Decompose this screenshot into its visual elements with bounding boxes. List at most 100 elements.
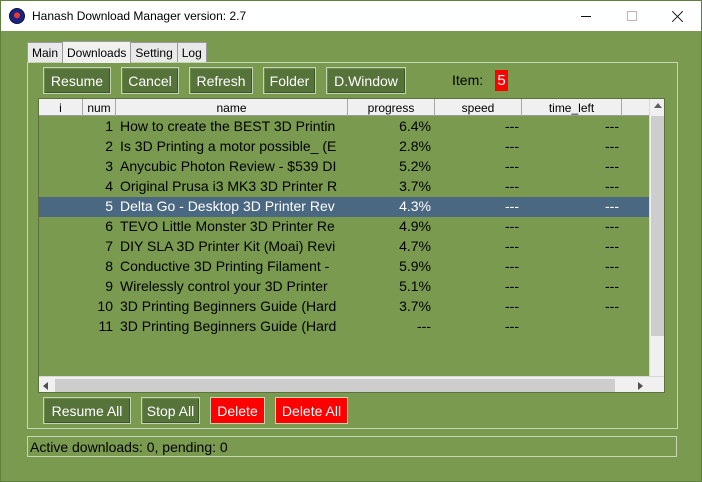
row-progress: 3.7% xyxy=(399,298,431,314)
horizontal-scroll-thumb[interactable] xyxy=(55,379,615,392)
row-name: 3D Printing Beginners Guide (Hard xyxy=(120,318,337,334)
row-speed: --- xyxy=(505,278,519,294)
row-progress: 3.7% xyxy=(399,178,431,194)
tab-downloads[interactable]: Downloads xyxy=(62,41,132,63)
dwindow-button[interactable]: D.Window xyxy=(326,67,406,94)
stop-all-button[interactable]: Stop All xyxy=(141,397,200,424)
table-row-selected[interactable]: 5 Delta Go - Desktop 3D Printer Rev 4.3%… xyxy=(39,197,649,217)
folder-button[interactable]: Folder xyxy=(263,67,316,94)
row-num: 10 xyxy=(97,298,113,314)
minimize-button[interactable] xyxy=(563,1,609,31)
tab-log[interactable]: Log xyxy=(176,42,207,63)
scroll-left-icon[interactable] xyxy=(43,382,48,390)
row-time-left: --- xyxy=(605,258,619,274)
status-bar: Active downloads: 0, pending: 0 xyxy=(27,436,677,457)
row-num: 4 xyxy=(105,178,113,194)
row-speed: --- xyxy=(505,238,519,254)
table-row[interactable]: 9 Wirelessly control your 3D Printer 5.1… xyxy=(39,277,649,297)
delete-all-button[interactable]: Delete All xyxy=(275,397,348,424)
row-speed: --- xyxy=(505,218,519,234)
row-time-left: --- xyxy=(605,158,619,174)
scroll-corner xyxy=(648,377,664,392)
table-row[interactable]: 2 Is 3D Printing a motor possible_ (E 2.… xyxy=(39,137,649,157)
row-time-left: --- xyxy=(605,178,619,194)
item-label: Item: xyxy=(452,72,484,88)
horizontal-scrollbar[interactable] xyxy=(39,376,664,392)
row-speed: --- xyxy=(505,298,519,314)
scroll-up-icon[interactable] xyxy=(654,103,662,108)
row-progress: 4.7% xyxy=(399,238,431,254)
minimize-icon xyxy=(581,15,591,17)
row-progress: 6.4% xyxy=(399,118,431,134)
row-name: Original Prusa i3 MK3 3D Printer R xyxy=(120,178,338,194)
row-time-left: --- xyxy=(605,238,619,254)
table-header: i num name progress speed time_left xyxy=(39,99,649,116)
row-progress: 5.1% xyxy=(399,278,431,294)
table-row[interactable]: 6 TEVO Little Monster 3D Printer Re 4.9%… xyxy=(39,217,649,237)
row-progress: 5.2% xyxy=(399,158,431,174)
tab-setting[interactable]: Setting xyxy=(130,42,178,63)
column-header-name[interactable]: name xyxy=(116,99,348,116)
row-progress: 4.9% xyxy=(399,218,431,234)
row-num: 6 xyxy=(105,218,113,234)
row-name: Is 3D Printing a motor possible_ (E xyxy=(120,138,337,154)
table-row[interactable]: 8 Conductive 3D Printing Filament - 5.9%… xyxy=(39,257,649,277)
table-body: 1 How to create the BEST 3D Printin 6.4%… xyxy=(39,117,649,337)
row-name: DIY SLA 3D Printer Kit (Moai) Revi xyxy=(120,238,336,254)
title-bar: Hanash Download Manager version: 2.7 xyxy=(1,1,701,31)
row-num: 1 xyxy=(105,118,113,134)
row-progress: --- xyxy=(417,318,431,334)
row-num: 2 xyxy=(105,138,113,154)
table-row[interactable]: 10 3D Printing Beginners Guide (Hard 3.7… xyxy=(39,297,649,317)
row-name: Wirelessly control your 3D Printer xyxy=(120,278,328,294)
close-button[interactable] xyxy=(655,1,701,31)
row-speed: --- xyxy=(505,138,519,154)
maximize-button[interactable] xyxy=(609,1,655,31)
row-name: Conductive 3D Printing Filament - xyxy=(120,258,330,274)
row-num: 8 xyxy=(105,258,113,274)
column-header-num[interactable]: num xyxy=(83,99,116,116)
row-speed: --- xyxy=(505,198,519,214)
resume-button[interactable]: Resume xyxy=(43,67,111,94)
vertical-scrollbar[interactable] xyxy=(649,99,664,376)
cancel-button[interactable]: Cancel xyxy=(121,67,179,94)
row-num: 9 xyxy=(105,278,113,294)
downloads-table: i num name progress speed time_left 1 Ho… xyxy=(38,98,665,393)
row-speed: --- xyxy=(505,158,519,174)
row-speed: --- xyxy=(505,178,519,194)
table-row[interactable]: 11 3D Printing Beginners Guide (Hard ---… xyxy=(39,317,649,337)
close-icon xyxy=(672,10,684,22)
row-progress: 4.3% xyxy=(399,198,431,214)
row-time-left: --- xyxy=(605,198,619,214)
column-header-progress[interactable]: progress xyxy=(348,99,435,116)
vertical-scroll-thumb[interactable] xyxy=(651,116,664,336)
window-title: Hanash Download Manager version: 2.7 xyxy=(32,9,247,23)
app-icon xyxy=(9,8,25,24)
table-row[interactable]: 4 Original Prusa i3 MK3 3D Printer R 3.7… xyxy=(39,177,649,197)
table-row[interactable]: 3 Anycubic Photon Review - $539 DI 5.2% … xyxy=(39,157,649,177)
resume-all-button[interactable]: Resume All xyxy=(43,397,131,424)
row-speed: --- xyxy=(505,118,519,134)
scroll-right-icon[interactable] xyxy=(638,382,643,390)
row-time-left: --- xyxy=(605,298,619,314)
table-row[interactable]: 1 How to create the BEST 3D Printin 6.4%… xyxy=(39,117,649,137)
row-num: 5 xyxy=(105,198,113,214)
row-time-left: --- xyxy=(605,278,619,294)
column-header-i[interactable]: i xyxy=(39,99,83,116)
row-num: 3 xyxy=(105,158,113,174)
row-time-left: --- xyxy=(605,218,619,234)
delete-button[interactable]: Delete xyxy=(210,397,265,424)
row-progress: 2.8% xyxy=(399,138,431,154)
status-text: Active downloads: 0, pending: 0 xyxy=(30,438,228,455)
refresh-button[interactable]: Refresh xyxy=(189,67,253,94)
row-name: Delta Go - Desktop 3D Printer Rev xyxy=(120,198,335,214)
row-speed: --- xyxy=(505,318,519,334)
row-speed: --- xyxy=(505,258,519,274)
tab-main[interactable]: Main xyxy=(27,42,64,63)
item-count-badge: 5 xyxy=(495,70,508,91)
column-header-time-left[interactable]: time_left xyxy=(522,99,622,116)
maximize-icon xyxy=(627,11,637,21)
table-row[interactable]: 7 DIY SLA 3D Printer Kit (Moai) Revi 4.7… xyxy=(39,237,649,257)
column-header-speed[interactable]: speed xyxy=(435,99,522,116)
column-header-extra xyxy=(622,99,649,116)
